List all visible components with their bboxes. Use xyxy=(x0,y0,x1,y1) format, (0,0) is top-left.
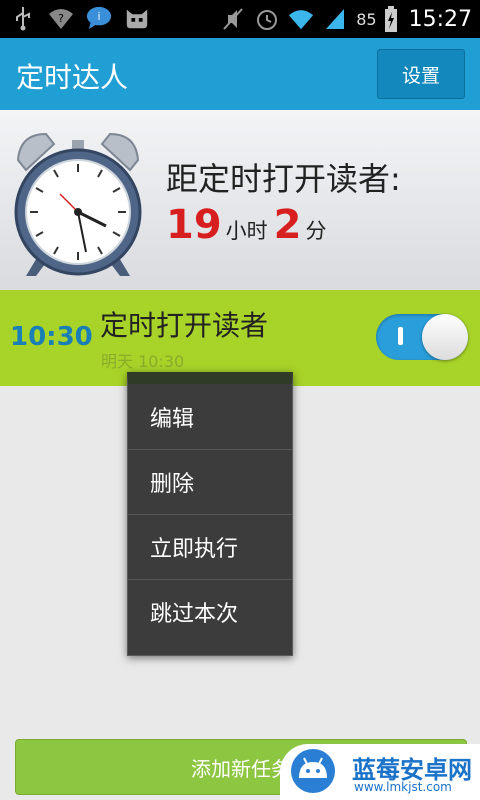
signal-icon xyxy=(322,5,348,33)
battery-icon xyxy=(384,5,397,33)
usb-icon xyxy=(10,4,36,32)
alarm-icon xyxy=(254,5,280,33)
countdown-value: 19 小时 2 分 xyxy=(166,202,333,248)
task-schedule: 明天 10:30 xyxy=(101,352,185,371)
clock-time: 15:27 xyxy=(408,6,472,32)
android-logo-icon xyxy=(290,748,336,794)
status-bar-notifications: ? i xyxy=(10,4,150,32)
watermark: 蓝莓安卓网 www.lmkjst.com xyxy=(280,744,480,800)
menu-item-edit[interactable]: 编辑 xyxy=(128,384,292,449)
countdown-minutes-unit: 分 xyxy=(305,219,327,243)
countdown-minutes: 2 xyxy=(273,202,302,248)
countdown-label: 距定时打开读者: xyxy=(166,160,401,198)
countdown-hours: 19 xyxy=(166,202,222,248)
watermark-url: www.lmkjst.com xyxy=(354,780,452,794)
svg-text:?: ? xyxy=(58,12,64,25)
settings-button[interactable]: 设置 xyxy=(377,49,465,99)
menu-item-delete[interactable]: 删除 xyxy=(128,449,292,514)
wifi-question-icon: ? xyxy=(48,4,74,32)
status-bar: ? i 85 15:27 xyxy=(0,0,480,38)
countdown-panel: 距定时打开读者: 19 小时 2 分 xyxy=(0,110,480,290)
status-bar-system: 85 15:27 xyxy=(220,0,472,38)
task-toggle[interactable] xyxy=(376,314,468,360)
android-cat-icon xyxy=(124,4,150,32)
task-name: 定时打开读者 xyxy=(100,309,269,342)
battery-level: 85 xyxy=(356,9,377,29)
menu-item-skip[interactable]: 跳过本次 xyxy=(128,579,292,644)
countdown-hours-unit: 小时 xyxy=(225,219,268,243)
context-menu: 编辑 删除 立即执行 跳过本次 xyxy=(127,372,293,656)
svg-text:i: i xyxy=(98,12,101,23)
mute-icon xyxy=(220,5,246,33)
chat-bubble-icon: i xyxy=(86,4,112,32)
menu-item-run-now[interactable]: 立即执行 xyxy=(128,514,292,579)
wifi-icon xyxy=(288,5,314,33)
app-title: 定时达人 xyxy=(16,61,129,94)
alarm-clock-icon xyxy=(10,126,146,278)
toggle-knob xyxy=(422,314,468,360)
toggle-on-indicator xyxy=(398,327,403,345)
task-time: 10:30 xyxy=(10,322,93,352)
title-bar: 定时达人 设置 xyxy=(0,38,480,110)
